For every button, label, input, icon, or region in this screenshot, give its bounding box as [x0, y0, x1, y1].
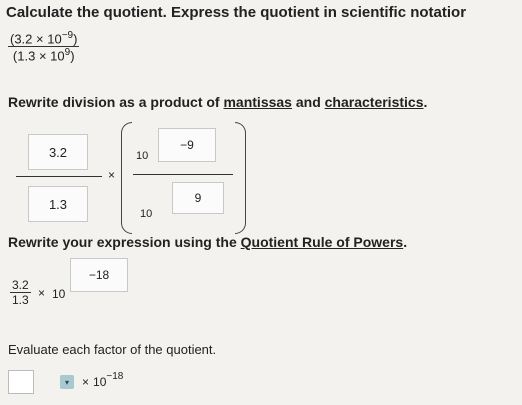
step2-fraction: 3.2 1.3: [10, 278, 31, 307]
step1-inner-den-exp-box[interactable]: 9: [172, 182, 224, 214]
step1-text-post: .: [423, 94, 428, 110]
step3-base: 10: [93, 375, 107, 389]
step1-inner-num-base: 10: [136, 150, 149, 162]
chevron-down-icon[interactable]: ▾: [60, 375, 74, 389]
answer-input[interactable]: [8, 370, 34, 394]
step3-times: ×: [82, 375, 90, 389]
step2-text-post: .: [403, 234, 408, 250]
numerator-mantissa: (3.2: [10, 31, 33, 47]
problem-instruction: Calculate the quotient. Express the quot…: [6, 4, 467, 21]
characteristics-link[interactable]: characteristics: [325, 94, 424, 110]
step3-text: Evaluate each factor of the quotient.: [8, 342, 217, 357]
step1-inner-num-exp-box[interactable]: −9: [158, 128, 216, 162]
problem-numerator: (3.2 × 10−9): [8, 30, 79, 46]
numerator-close: ): [73, 31, 78, 47]
step3-exponent: −18: [106, 370, 124, 382]
step2-frac-num: 3.2: [12, 278, 29, 292]
numerator-base: 10: [47, 31, 62, 47]
problem-fraction: (3.2 × 10−9) (1.3 × 109): [8, 30, 80, 64]
step1-den-box[interactable]: 1.3: [28, 186, 88, 222]
denominator-close: ): [70, 48, 75, 64]
left-paren: [121, 122, 132, 234]
numerator-times: ×: [36, 31, 44, 47]
denominator-base: 10: [50, 48, 65, 64]
step2-frac-den: 1.3: [12, 293, 29, 307]
step2-times: ×: [38, 286, 46, 300]
step2-text: Rewrite your expression using the Quotie…: [8, 234, 407, 250]
step1-num-box[interactable]: 3.2: [28, 134, 88, 170]
step2-text-pre: Rewrite your expression using the: [8, 234, 241, 250]
step1-text-mid: and: [291, 94, 325, 110]
numerator-exponent: −9: [61, 30, 74, 41]
step1-text: Rewrite division as a product of mantiss…: [8, 94, 427, 110]
step1-text-pre: Rewrite division as a product of: [8, 94, 224, 110]
problem-denominator: (1.3 × 109): [11, 47, 77, 63]
right-paren: [235, 122, 246, 234]
step1-fraction-bar: [16, 176, 102, 177]
quotient-rule-link[interactable]: Quotient Rule of Powers: [241, 234, 404, 250]
step2-exponent-box[interactable]: −18: [70, 258, 128, 292]
step3-answer-row: ▾ × 10 −18: [8, 370, 123, 394]
step1-inner-fraction-bar: [133, 174, 233, 175]
step1-times: ×: [108, 168, 116, 182]
step1-inner-den-base: 10: [140, 208, 153, 220]
denominator-times: ×: [38, 48, 47, 64]
mantissas-link[interactable]: mantissas: [223, 94, 291, 110]
denominator-mantissa: (1.3: [12, 48, 36, 64]
step2-base: 10: [52, 287, 66, 301]
